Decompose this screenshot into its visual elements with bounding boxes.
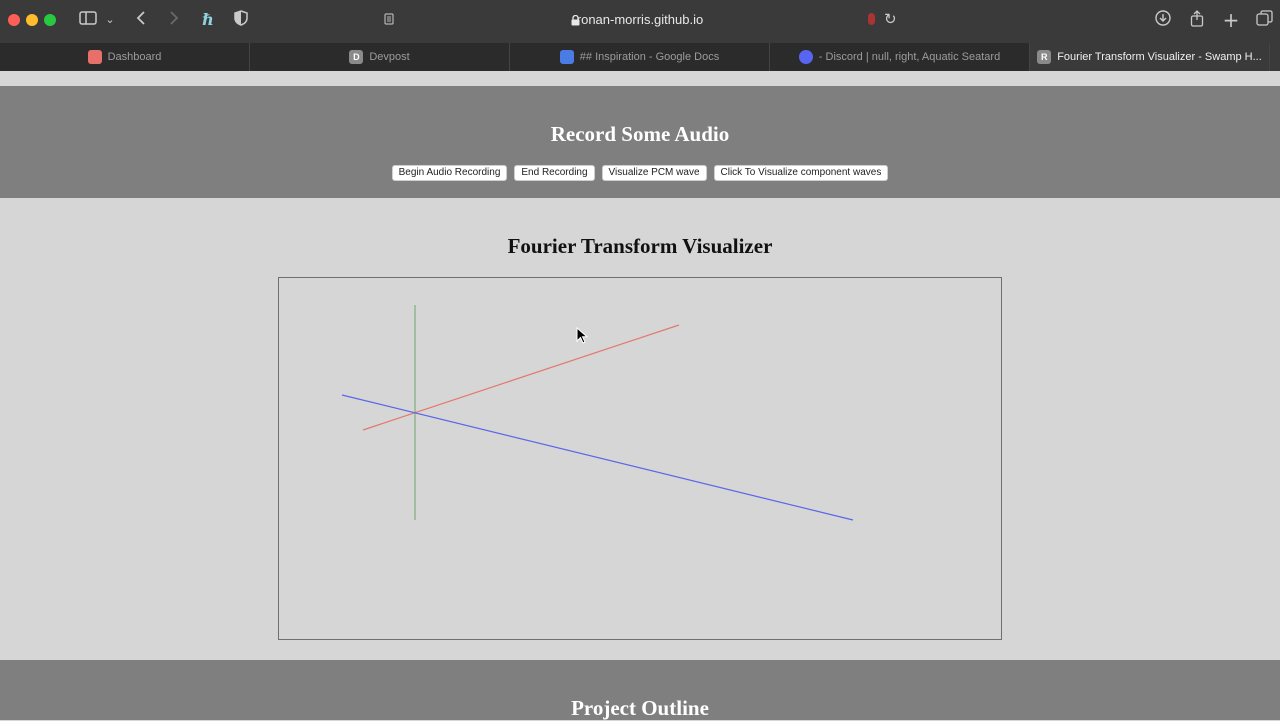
tab-strip-edge	[1270, 43, 1280, 71]
google-docs-favicon-icon	[559, 50, 574, 64]
zoom-window-button[interactable]	[44, 14, 56, 26]
visualizer-canvas[interactable]	[278, 277, 1002, 640]
url-text: ronan-morris.github.io	[576, 12, 704, 27]
visualizer-drawing	[341, 305, 854, 521]
record-audio-section: Record Some Audio Begin Audio Recording …	[0, 86, 1280, 198]
dashboard-favicon-icon	[87, 50, 102, 64]
page-top-gap	[0, 71, 1280, 86]
downloads-icon[interactable]	[1153, 10, 1173, 30]
tab-discord[interactable]: - Discord | null, right, Aquatic Seatard	[770, 43, 1030, 71]
tab-label: Devpost	[369, 51, 410, 63]
microphone-in-use-icon[interactable]	[868, 13, 875, 25]
tab-overview-icon[interactable]	[1254, 10, 1274, 30]
visualize-components-button[interactable]: Click To Visualize component waves	[713, 165, 889, 181]
begin-recording-button[interactable]: Begin Audio Recording	[391, 165, 508, 181]
extension-h-icon[interactable]: ℏ	[198, 10, 218, 30]
visualizer-heading: Fourier Transform Visualizer	[507, 234, 773, 258]
project-outline-section: Project Outline	[0, 660, 1280, 720]
record-button-row: Begin Audio Recording End Recording Visu…	[0, 165, 1280, 181]
red-wave-line	[362, 324, 680, 431]
reload-icon[interactable]: ↻	[884, 10, 897, 28]
chevron-down-icon[interactable]: ⌄	[104, 10, 116, 30]
tab-label: - Discord | null, right, Aquatic Seatard	[818, 51, 1001, 63]
address-bar[interactable]: ronan-morris.github.io ↻	[372, 8, 908, 34]
site-favicon-icon: R	[1037, 50, 1052, 64]
shield-icon[interactable]	[232, 10, 250, 30]
close-window-button[interactable]	[8, 14, 20, 26]
blue-wave-line	[341, 394, 854, 521]
share-icon[interactable]	[1187, 10, 1207, 30]
devpost-favicon-icon: D	[349, 50, 364, 64]
minimize-window-button[interactable]	[26, 14, 38, 26]
browser-toolbar: ⌄ ℏ ronan-morris.github.io ↻ +	[0, 0, 1280, 43]
discord-favicon-icon	[798, 50, 813, 64]
record-audio-heading: Record Some Audio	[550, 122, 730, 146]
visualizer-section: Fourier Transform Visualizer	[0, 198, 1280, 660]
tab-bar: Dashboard D Devpost ## Inspiration - Goo…	[0, 43, 1280, 71]
end-recording-button[interactable]: End Recording	[514, 165, 595, 181]
tab-dashboard[interactable]: Dashboard	[0, 43, 250, 71]
back-arrow-icon[interactable]	[133, 10, 149, 30]
visualize-pcm-button[interactable]: Visualize PCM wave	[601, 165, 707, 181]
tab-devpost[interactable]: D Devpost	[250, 43, 510, 71]
tab-google-docs[interactable]: ## Inspiration - Google Docs	[510, 43, 770, 71]
tab-fourier-visualizer[interactable]: R Fourier Transform Visualizer - Swamp H…	[1030, 43, 1270, 71]
forward-arrow-icon[interactable]	[166, 10, 182, 30]
tab-label: Fourier Transform Visualizer - Swamp H..…	[1057, 51, 1262, 63]
sidebar-toggle-icon[interactable]	[78, 10, 98, 30]
mouse-cursor-icon	[576, 326, 590, 345]
tab-label: Dashboard	[107, 51, 162, 63]
new-tab-icon[interactable]: +	[1221, 10, 1241, 30]
tab-label: ## Inspiration - Google Docs	[579, 51, 720, 63]
project-outline-heading: Project Outline	[571, 696, 709, 720]
